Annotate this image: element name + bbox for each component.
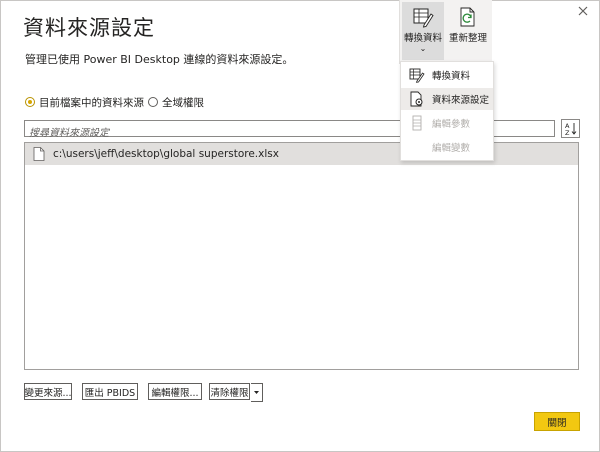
dialog-subtitle: 管理已使用 Power BI Desktop 連線的資料來源設定。	[25, 53, 294, 66]
refresh-label: 重新整理	[448, 33, 487, 44]
clear-permissions-dropdown[interactable]	[251, 383, 263, 402]
radio-unselected-icon[interactable]	[148, 97, 158, 107]
change-source-button[interactable]: 變更來源...	[24, 383, 72, 400]
chevron-down-icon: ⌄	[419, 44, 427, 53]
edit-permissions-button[interactable]: 編輯權限...	[148, 383, 202, 400]
menu-item-label: 資料來源設定	[432, 95, 490, 106]
sort-button[interactable]: A Z	[561, 119, 580, 138]
scope-current-file-option[interactable]: 目前檔案中的資料來源	[25, 95, 144, 109]
menu-item-label: 編輯變數	[432, 143, 471, 154]
blank-icon	[409, 139, 425, 155]
clear-permissions-button[interactable]: 清除權限	[209, 383, 250, 400]
data-source-list[interactable]: c:\users\jeff\desktop\global superstore.…	[24, 142, 579, 370]
transform-data-icon	[409, 68, 425, 83]
file-icon	[33, 147, 45, 161]
list-item[interactable]: c:\users\jeff\desktop\global superstore.…	[25, 143, 578, 165]
close-icon[interactable]	[575, 3, 591, 19]
menu-item-data-source-settings[interactable]: 資料來源設定	[401, 88, 493, 110]
transform-data-label: 轉換資料	[403, 33, 442, 44]
scope-global-label: 全域權限	[162, 96, 204, 109]
edit-parameters-icon	[412, 115, 422, 131]
svg-text:Z: Z	[565, 129, 570, 137]
refresh-icon	[460, 7, 475, 27]
menu-item-edit-variables[interactable]: 編輯變數	[401, 136, 493, 158]
transform-data-button[interactable]: 轉換資料 ⌄	[402, 2, 444, 60]
scope-current-file-label: 目前檔案中的資料來源	[39, 96, 144, 109]
close-button[interactable]: 關閉	[534, 412, 580, 431]
menu-item-label: 編輯參數	[432, 119, 471, 130]
menu-item-label: 轉換資料	[432, 71, 471, 82]
radio-selected-icon[interactable]	[25, 97, 35, 107]
source-path: c:\users\jeff\desktop\global superstore.…	[53, 148, 279, 160]
transform-data-icon	[413, 8, 434, 28]
transform-data-menu: 轉換資料 資料來源設定 編輯參數 編輯變數	[400, 61, 494, 161]
export-pbids-button[interactable]: 匯出 PBIDS	[82, 383, 138, 400]
ribbon-queries-group: 轉換資料 ⌄ 重新整理	[399, 0, 492, 64]
scope-global-option[interactable]: 全域權限	[148, 95, 204, 109]
refresh-button[interactable]: 重新整理	[448, 2, 488, 60]
data-source-settings-dialog: 資料來源設定 管理已使用 Power BI Desktop 連線的資料來源設定。…	[0, 0, 600, 452]
data-source-settings-icon	[410, 91, 423, 107]
menu-item-edit-parameters[interactable]: 編輯參數	[401, 112, 493, 134]
menu-item-transform-data[interactable]: 轉換資料	[401, 64, 493, 86]
dialog-title: 資料來源設定	[23, 16, 155, 40]
sort-az-icon: A Z	[565, 122, 577, 137]
chevron-down-icon	[254, 391, 259, 394]
